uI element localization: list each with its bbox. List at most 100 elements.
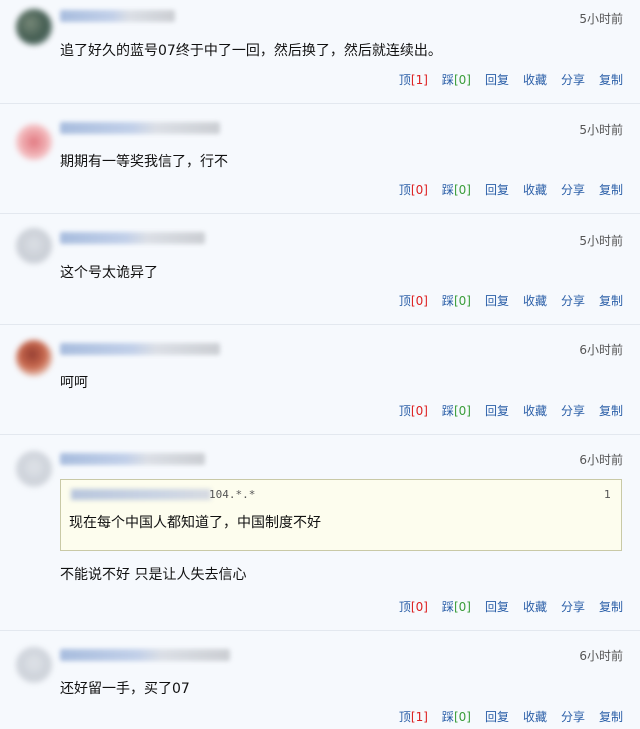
comment-time: 6小时前 [579, 649, 623, 663]
copy-button[interactable]: 复制 [599, 181, 623, 198]
quoted-text: 现在每个中国人都知道了，中国制度不好 [69, 515, 321, 531]
upvote-count: [1] [410, 73, 428, 87]
copy-button[interactable]: 复制 [599, 708, 623, 725]
comment-actions: 顶[0] 踩[0] 回复 收藏 分享 复制 [399, 598, 623, 615]
downvote-button[interactable]: 踩[0] [442, 402, 471, 419]
comment-actions: 顶[0] 踩[0] 回复 收藏 分享 复制 [399, 181, 623, 198]
avatar[interactable] [16, 9, 52, 45]
downvote-label: 踩 [441, 73, 454, 87]
comment-time: 5小时前 [579, 123, 623, 137]
comment-time: 6小时前 [579, 343, 623, 357]
downvote-button[interactable]: 踩[0] [442, 292, 471, 309]
upvote-count: [1] [410, 710, 428, 724]
comment-item: 5小时前 追了好久的蓝号07终于中了一回，然后换了，然后就连续出。 顶[1] 踩… [0, 0, 640, 104]
username-blurred[interactable] [60, 649, 230, 661]
share-button[interactable]: 分享 [561, 292, 585, 309]
username-blurred[interactable] [60, 343, 220, 355]
comment-text: 不能说不好 只是让人失去信心 [60, 567, 247, 583]
avatar[interactable] [16, 340, 52, 376]
copy-button[interactable]: 复制 [599, 598, 623, 615]
upvote-button[interactable]: 顶[0] [399, 402, 428, 419]
downvote-button[interactable]: 踩[0] [442, 71, 471, 88]
upvote-count: [0] [410, 404, 428, 418]
copy-button[interactable]: 复制 [599, 71, 623, 88]
comment-time: 5小时前 [579, 12, 623, 26]
upvote-count: [0] [410, 294, 428, 308]
username-blurred[interactable] [60, 10, 175, 22]
downvote-label: 踩 [441, 600, 454, 614]
comment-actions: 顶[0] 踩[0] 回复 收藏 分享 复制 [399, 402, 623, 419]
reply-button[interactable]: 回复 [485, 708, 509, 725]
copy-button[interactable]: 复制 [599, 402, 623, 419]
downvote-label: 踩 [441, 404, 454, 418]
upvote-button[interactable]: 顶[1] [399, 708, 428, 725]
downvote-button[interactable]: 踩[0] [442, 181, 471, 198]
favorite-button[interactable]: 收藏 [523, 598, 547, 615]
avatar[interactable] [16, 647, 52, 683]
comment-text: 这个号太诡异了 [60, 265, 158, 281]
upvote-label: 顶 [398, 710, 411, 724]
reply-button[interactable]: 回复 [485, 181, 509, 198]
comment-actions: 顶[0] 踩[0] 回复 收藏 分享 复制 [399, 292, 623, 309]
upvote-label: 顶 [398, 73, 411, 87]
favorite-button[interactable]: 收藏 [523, 292, 547, 309]
share-button[interactable]: 分享 [561, 181, 585, 198]
downvote-count: [0] [453, 710, 471, 724]
downvote-button[interactable]: 踩[0] [442, 708, 471, 725]
upvote-button[interactable]: 顶[1] [399, 71, 428, 88]
comment-actions: 顶[1] 踩[0] 回复 收藏 分享 复制 [399, 708, 623, 725]
share-button[interactable]: 分享 [561, 708, 585, 725]
comment-item: 5小时前 这个号太诡异了 顶[0] 踩[0] 回复 收藏 分享 复制 [0, 214, 640, 325]
reply-button[interactable]: 回复 [485, 598, 509, 615]
comment-item: 5小时前 期期有一等奖我信了，行不 顶[0] 踩[0] 回复 收藏 分享 复制 [0, 104, 640, 214]
reply-button[interactable]: 回复 [485, 292, 509, 309]
comment-item: 6小时前 呵呵 顶[0] 踩[0] 回复 收藏 分享 复制 [0, 325, 640, 435]
favorite-button[interactable]: 收藏 [523, 181, 547, 198]
share-button[interactable]: 分享 [561, 402, 585, 419]
comment-actions: 顶[1] 踩[0] 回复 收藏 分享 复制 [399, 71, 623, 88]
username-blurred[interactable] [60, 232, 205, 244]
downvote-count: [0] [453, 600, 471, 614]
comment-item: 6小时前 104.*.* 1 现在每个中国人都知道了，中国制度不好 不能说不好 … [0, 435, 640, 631]
downvote-label: 踩 [441, 294, 454, 308]
quoted-floor: 1 [604, 488, 611, 501]
comment-time: 5小时前 [579, 234, 623, 248]
comment-time: 6小时前 [579, 453, 623, 467]
downvote-count: [0] [453, 404, 471, 418]
downvote-label: 踩 [441, 710, 454, 724]
share-button[interactable]: 分享 [561, 598, 585, 615]
avatar[interactable] [16, 124, 52, 160]
comment-text: 追了好久的蓝号07终于中了一回，然后换了，然后就连续出。 [60, 43, 442, 59]
reply-button[interactable]: 回复 [485, 402, 509, 419]
downvote-button[interactable]: 踩[0] [442, 598, 471, 615]
avatar[interactable] [16, 451, 52, 487]
favorite-button[interactable]: 收藏 [523, 708, 547, 725]
upvote-label: 顶 [398, 183, 411, 197]
comment-item: 6小时前 还好留一手，买了07 顶[1] 踩[0] 回复 收藏 分享 复制 [0, 631, 640, 729]
quoted-ip: 104.*.* [209, 488, 256, 501]
downvote-count: [0] [453, 294, 471, 308]
quoted-username-blurred [71, 489, 211, 500]
share-button[interactable]: 分享 [561, 71, 585, 88]
copy-button[interactable]: 复制 [599, 292, 623, 309]
downvote-count: [0] [453, 73, 471, 87]
downvote-count: [0] [453, 183, 471, 197]
downvote-label: 踩 [441, 183, 454, 197]
favorite-button[interactable]: 收藏 [523, 71, 547, 88]
favorite-button[interactable]: 收藏 [523, 402, 547, 419]
upvote-label: 顶 [398, 600, 411, 614]
upvote-label: 顶 [398, 404, 411, 418]
reply-button[interactable]: 回复 [485, 71, 509, 88]
upvote-count: [0] [410, 183, 428, 197]
username-blurred[interactable] [60, 453, 205, 465]
upvote-label: 顶 [398, 294, 411, 308]
avatar[interactable] [16, 228, 52, 264]
upvote-button[interactable]: 顶[0] [399, 292, 428, 309]
comment-text: 还好留一手，买了07 [60, 681, 190, 697]
comment-text: 呵呵 [60, 375, 88, 391]
upvote-button[interactable]: 顶[0] [399, 598, 428, 615]
quoted-comment: 104.*.* 1 现在每个中国人都知道了，中国制度不好 [60, 479, 622, 551]
upvote-button[interactable]: 顶[0] [399, 181, 428, 198]
comment-text: 期期有一等奖我信了，行不 [60, 154, 228, 170]
username-blurred[interactable] [60, 122, 220, 134]
